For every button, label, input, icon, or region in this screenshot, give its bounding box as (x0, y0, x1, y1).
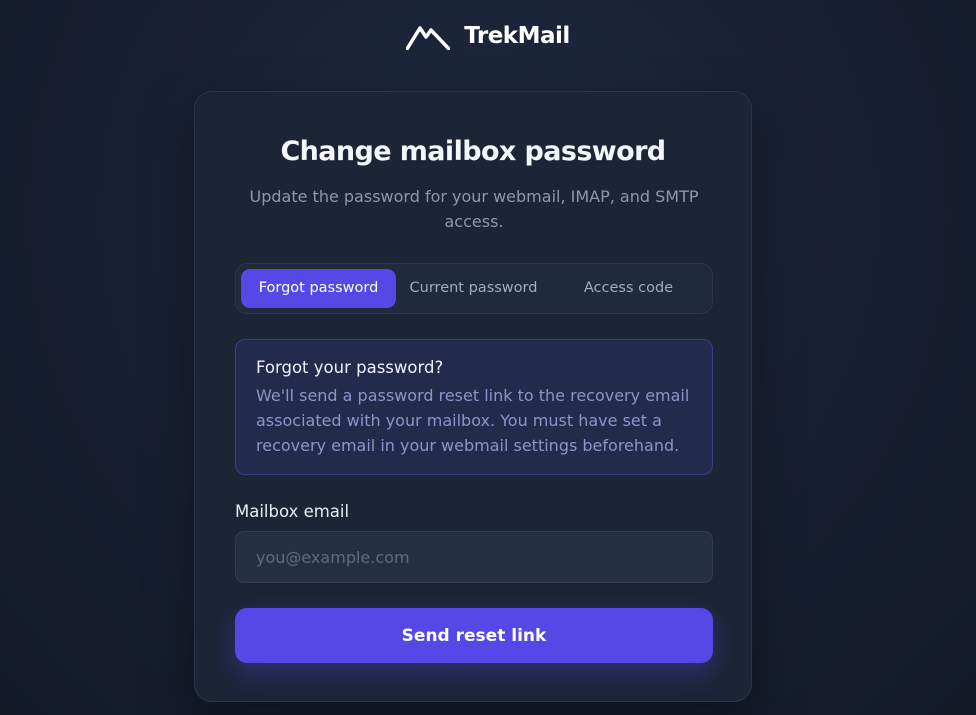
send-reset-link-button[interactable]: Send reset link (235, 608, 713, 663)
email-field[interactable] (235, 531, 713, 583)
brand-header: TrekMail (0, 22, 976, 50)
change-password-card: Change mailbox password Update the passw… (194, 91, 752, 702)
page-subtitle: Update the password for your webmail, IM… (249, 187, 699, 231)
tab-access-code[interactable]: Access code (551, 269, 706, 308)
info-title: Forgot your password? (256, 358, 444, 377)
info-text: We'll send a password reset link to the … (256, 386, 690, 455)
tab-forgot-password[interactable]: Forgot password (241, 269, 396, 308)
page-title: Change mailbox password (280, 136, 666, 167)
tab-current-password[interactable]: Current password (396, 269, 551, 308)
brand-name: TrekMail (464, 23, 570, 49)
email-label: Mailbox email (235, 502, 350, 521)
info-panel: Forgot your password? We'll send a passw… (235, 339, 713, 475)
method-tabs: Forgot password Current password Access … (235, 263, 713, 314)
mountain-logo-icon (406, 26, 451, 50)
